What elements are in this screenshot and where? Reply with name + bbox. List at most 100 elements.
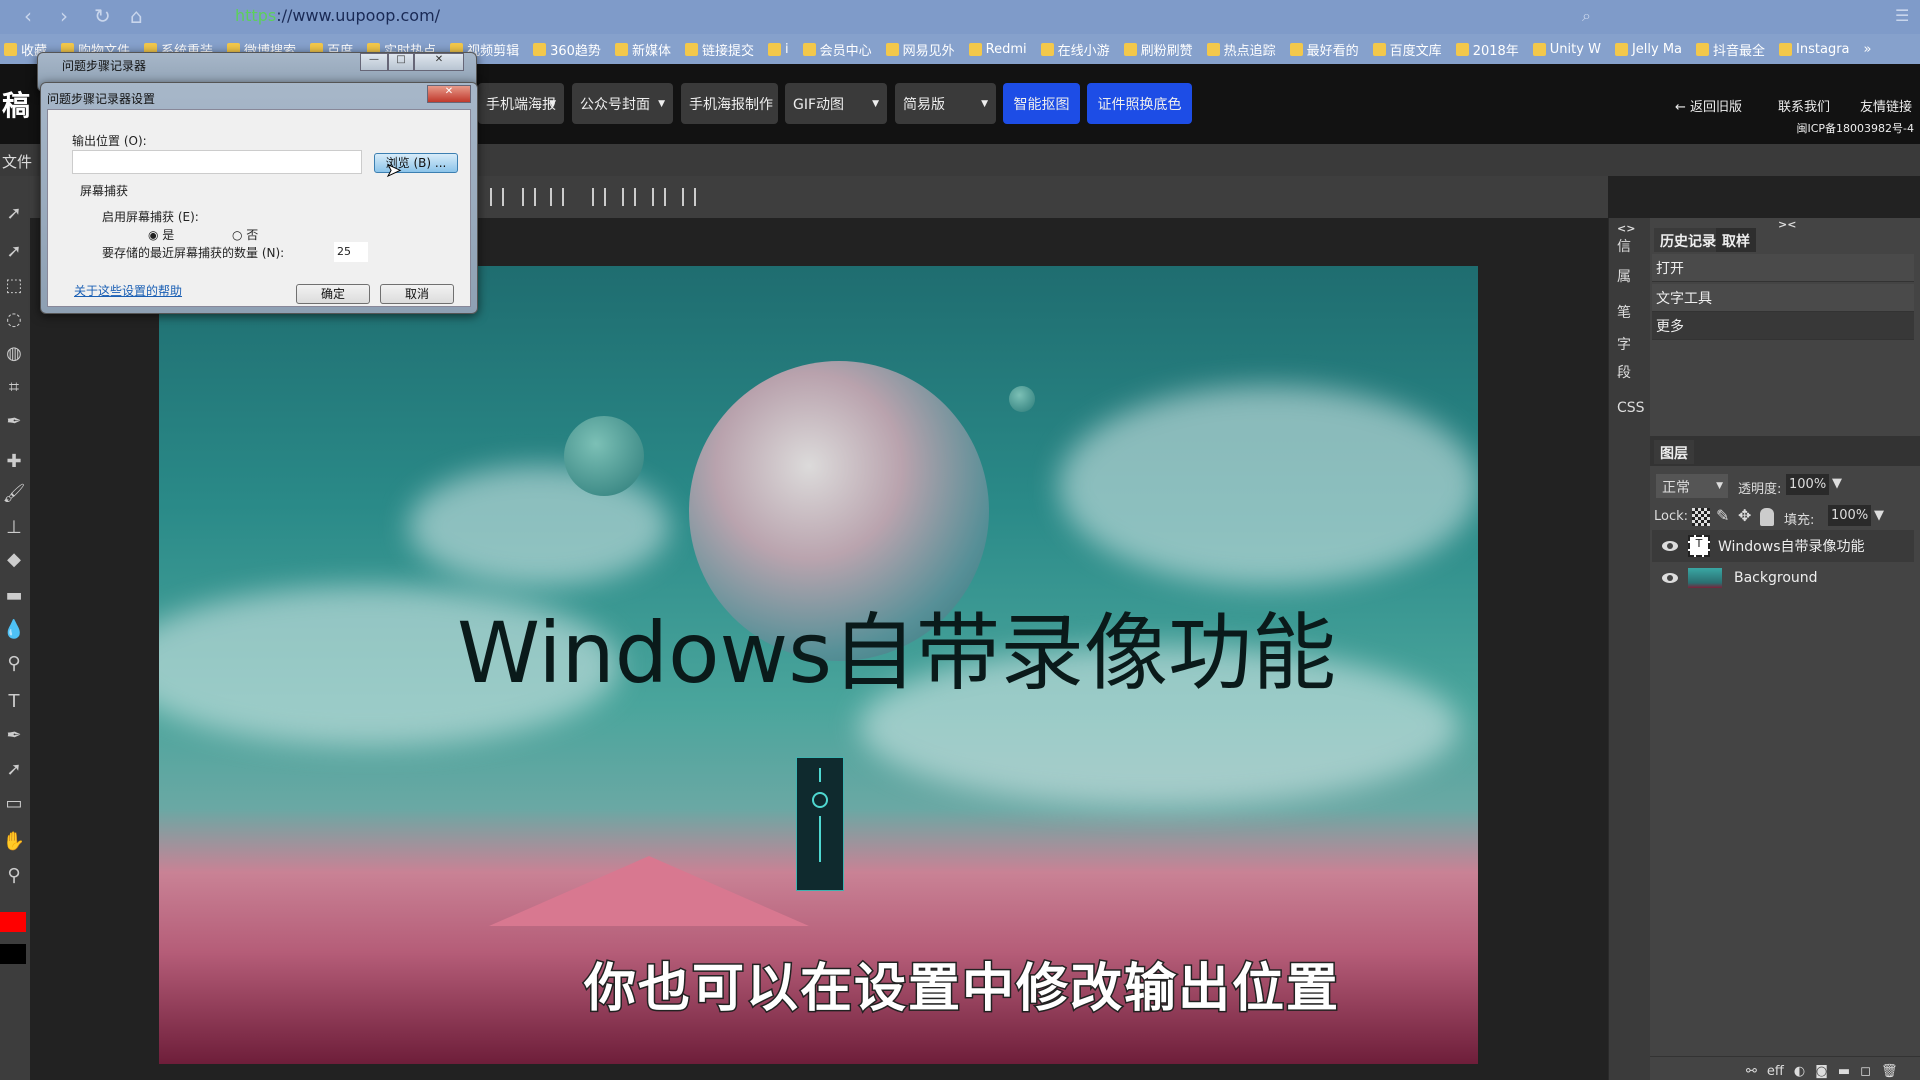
bookmark-item[interactable]: 会员中心 xyxy=(802,40,872,59)
crop-icon[interactable]: ⌗ xyxy=(2,376,26,400)
tab-sample[interactable]: 取样 xyxy=(1716,228,1756,252)
bookmark-item[interactable]: Unity W xyxy=(1532,42,1601,57)
menu-icon[interactable]: ☰ xyxy=(1895,6,1909,25)
link-icon[interactable]: ⚯ xyxy=(1746,1064,1757,1079)
lock-paint-icon[interactable]: ✎ xyxy=(1716,506,1729,525)
url-field[interactable]: https://www.uupoop.com/ xyxy=(235,6,440,25)
marquee-icon[interactable]: ⬚ xyxy=(2,274,26,298)
back-icon[interactable]: ‹ xyxy=(24,4,32,28)
capture-count-input[interactable]: 25 xyxy=(334,242,368,262)
align-icon[interactable] xyxy=(592,188,606,206)
eraser-icon[interactable]: ◆ xyxy=(2,548,26,572)
quick-select-icon[interactable]: ◍ xyxy=(2,342,26,366)
strip-tab[interactable]: 属 xyxy=(1617,266,1631,286)
history-item[interactable]: 打开 xyxy=(1652,254,1914,282)
strip-tab[interactable]: CSS xyxy=(1617,400,1645,416)
adjustment-icon[interactable]: ◐ xyxy=(1794,1064,1805,1079)
blur-icon[interactable]: 💧 xyxy=(2,618,26,642)
move-icon[interactable]: ➚ xyxy=(2,202,26,226)
zoom-icon[interactable]: ⚲ xyxy=(2,864,26,888)
lock-transparency-icon[interactable] xyxy=(1692,508,1710,526)
link-old-version[interactable]: ← 返回旧版 xyxy=(1675,96,1742,115)
link-contact[interactable]: 联系我们 xyxy=(1778,96,1830,115)
history-item[interactable]: 文字工具 xyxy=(1652,284,1914,312)
dialog-close-button[interactable]: ✕ xyxy=(427,85,471,103)
nav-button[interactable]: 证件照换底色 xyxy=(1087,83,1192,124)
hand-icon[interactable]: ✋ xyxy=(2,830,26,854)
new-layer-icon[interactable]: ◻ xyxy=(1860,1064,1871,1079)
strip-tab[interactable]: 段 xyxy=(1617,362,1631,382)
align-icon[interactable] xyxy=(652,188,666,206)
stamp-icon[interactable]: ⊥ xyxy=(2,516,26,540)
bookmark-item[interactable]: 最好看的 xyxy=(1289,40,1359,59)
strip-tab[interactable]: 信 xyxy=(1617,236,1631,256)
bookmark-item[interactable]: Redmi xyxy=(968,42,1027,57)
tab-layers[interactable]: 图层 xyxy=(1654,440,1694,464)
dodge-icon[interactable]: ⚲ xyxy=(2,652,26,676)
lock-move-icon[interactable]: ✥ xyxy=(1738,506,1751,525)
bookmark-item[interactable]: 2018年 xyxy=(1455,40,1519,59)
lasso-icon[interactable]: ◌ xyxy=(2,308,26,332)
expand-button[interactable]: <> xyxy=(1617,222,1635,235)
bookmark-item[interactable]: Instagra xyxy=(1779,42,1850,57)
mask-icon[interactable]: ◙ xyxy=(1815,1064,1828,1079)
bookmark-item[interactable]: 抖音最全 xyxy=(1696,40,1765,59)
collapse-button[interactable]: >< xyxy=(1778,218,1796,231)
align-icon[interactable] xyxy=(522,188,536,206)
nav-button[interactable]: 手机海报制作 xyxy=(681,83,778,124)
eye-icon[interactable] xyxy=(1662,541,1678,551)
minimize-button[interactable]: — xyxy=(360,53,388,71)
help-link[interactable]: 关于这些设置的帮助 xyxy=(74,282,182,299)
align-icon[interactable] xyxy=(622,188,636,206)
layer-row[interactable]: T Windows自带录像功能 xyxy=(1652,530,1914,562)
select-icon[interactable]: ➚ xyxy=(2,240,26,264)
strip-tab[interactable]: 笔 xyxy=(1617,302,1631,322)
fill-input[interactable]: 100% xyxy=(1828,505,1872,526)
maximize-button[interactable]: □ xyxy=(388,53,414,71)
heal-icon[interactable]: ✚ xyxy=(2,450,26,474)
eye-icon[interactable] xyxy=(1662,573,1678,583)
blend-mode-select[interactable]: 正常 ▼ xyxy=(1656,474,1728,498)
shape-icon[interactable]: ▭ xyxy=(2,792,26,816)
bookmark-item[interactable]: 360趋势 xyxy=(533,40,601,59)
menu-file[interactable]: 文件 xyxy=(2,151,32,172)
layer-row[interactable]: Background xyxy=(1652,562,1914,594)
forward-icon[interactable]: › xyxy=(60,4,68,28)
bookmark-item[interactable]: 刷粉刷赞 xyxy=(1123,40,1193,59)
nav-button[interactable]: 智能抠图 xyxy=(1003,83,1080,124)
lock-all-icon[interactable] xyxy=(1760,508,1774,526)
radio-no[interactable]: ○ 否 xyxy=(232,226,258,243)
bookmark-item[interactable]: 网易见外 xyxy=(885,40,955,59)
ok-button[interactable]: 确定 xyxy=(296,284,370,304)
align-icon[interactable] xyxy=(550,188,564,206)
bookmark-item[interactable]: 链接提交 xyxy=(684,40,754,59)
nav-button[interactable]: 公众号封面 ▼ xyxy=(572,83,673,124)
bookmark-item[interactable]: 在线小游 xyxy=(1040,40,1110,59)
tab-history[interactable]: 历史记录 xyxy=(1654,228,1722,252)
output-location-input[interactable] xyxy=(72,150,362,174)
path-select-icon[interactable]: ➚ xyxy=(2,758,26,782)
bookmark-item[interactable]: i xyxy=(767,42,789,57)
trash-icon[interactable]: 🗑 xyxy=(1881,1064,1898,1079)
bookmark-item[interactable]: 新媒体 xyxy=(614,40,671,59)
brush-icon[interactable]: 🖌 xyxy=(2,482,26,506)
foreground-color-swatch[interactable] xyxy=(0,912,26,932)
radio-yes[interactable]: ◉ 是 xyxy=(148,226,174,243)
effects-button[interactable]: eff xyxy=(1767,1064,1784,1079)
canvas-title-text[interactable]: Windows自带录像功能 xyxy=(457,586,1336,707)
bookmark-item[interactable]: 热点追踪 xyxy=(1206,40,1276,59)
home-icon[interactable]: ⌂ xyxy=(130,4,143,28)
reload-icon[interactable]: ↻ xyxy=(94,4,111,28)
align-icon[interactable] xyxy=(490,188,504,206)
distribute-icon[interactable] xyxy=(682,188,696,206)
opacity-input[interactable]: 100% xyxy=(1786,474,1830,495)
nav-button[interactable]: GIF动图 ▼ xyxy=(785,83,887,124)
bookmark-item[interactable]: 百度文库 xyxy=(1372,40,1442,59)
fill-dropdown-icon[interactable]: ▼ xyxy=(1874,508,1884,523)
nav-button[interactable]: 手机端海报 ▼ xyxy=(478,83,564,124)
background-color-swatch[interactable] xyxy=(0,944,26,964)
text-icon[interactable]: T xyxy=(2,690,26,714)
canvas[interactable]: Windows自带录像功能 你也可以在设置中修改输出位置 xyxy=(159,266,1478,1064)
pen-icon[interactable]: ✒ xyxy=(2,724,26,748)
search-icon[interactable]: ⌕ xyxy=(1582,6,1591,26)
